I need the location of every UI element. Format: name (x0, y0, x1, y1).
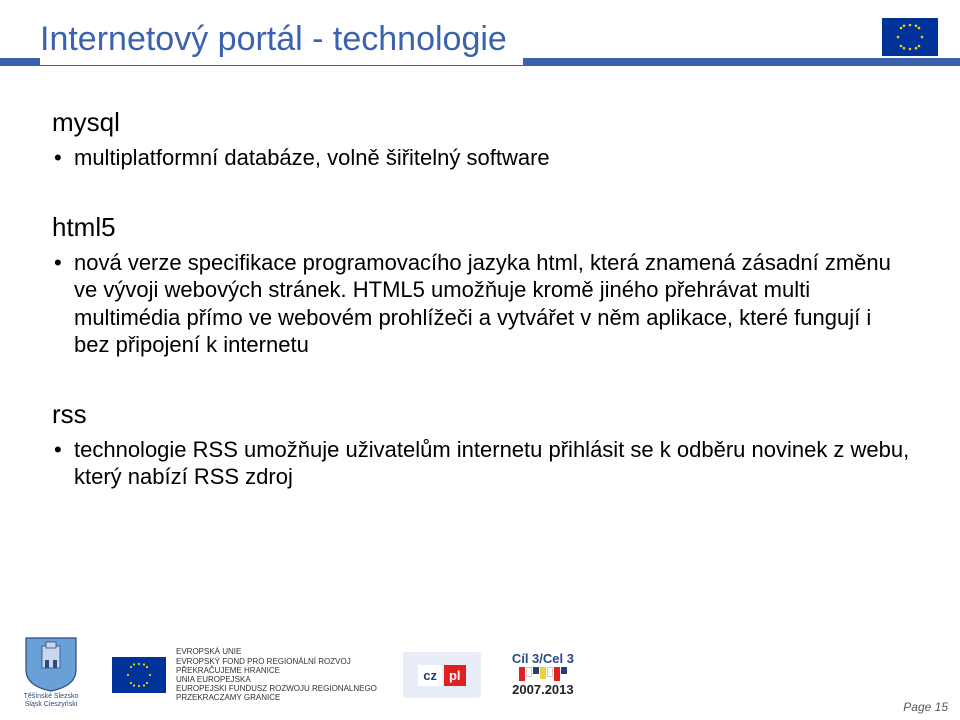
section-label-mysql: mysql (52, 107, 912, 138)
eu-fund-block: EVROPSKÁ UNIE EVROPSKÝ FOND PRO REGIONÁL… (112, 647, 377, 702)
bullet-rss: technologie RSS umožňuje uživatelům inte… (52, 436, 912, 491)
section-label-html5: html5 (52, 212, 912, 243)
shield-text-1: Těšínské Slezsko (24, 693, 79, 700)
cz-badge: cz (418, 665, 442, 686)
section-label-rss: rss (52, 399, 912, 430)
euroregion-shield-icon: Těšínské Slezsko Śląsk Cieszyński (16, 636, 86, 714)
pl-badge: pl (444, 665, 466, 686)
shield-text-2: Śląsk Cieszyński (25, 701, 78, 708)
cil-btm-text: 2007.2013 (507, 682, 579, 697)
cil-top-text: Cíl 3/Cel 3 (507, 653, 579, 665)
footer: Těšínské Slezsko Śląsk Cieszyński (0, 634, 960, 720)
eu-flag-small-icon (112, 657, 166, 693)
eu-fund-text: EVROPSKÁ UNIE EVROPSKÝ FOND PRO REGIONÁL… (176, 647, 377, 702)
czpl-badge-icon: cz pl (403, 652, 481, 698)
bullet-html5: nová verze specifikace programovacího ja… (52, 249, 912, 359)
page-number: Page 15 (903, 700, 948, 714)
bullet-mysql: multiplatformní databáze, volně šiřiteln… (52, 144, 912, 172)
eu-flag-icon (882, 18, 938, 56)
page-title: Internetový portál - technologie (40, 20, 507, 59)
cil3-logo-icon: Cíl 3/Cel 3 2007.2013 (507, 653, 579, 696)
